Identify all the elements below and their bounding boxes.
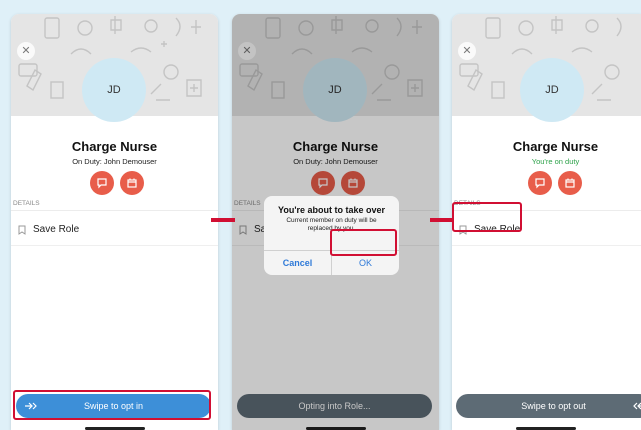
close-icon[interactable]: ✕ — [458, 42, 476, 60]
screen-take-over-dialog: ✕ JD Charge Nurse On Duty: John Demouser… — [232, 14, 439, 430]
swipe-to-opt-out-slider[interactable]: Swipe to opt out — [456, 394, 641, 418]
avatar-initials: JD — [107, 84, 121, 96]
duty-status: On Duty: John Demouser — [72, 157, 157, 166]
save-role-label: Save Role — [33, 224, 80, 235]
save-role-row[interactable]: Save Role — [11, 217, 218, 246]
swipe-label: Swipe to opt out — [521, 401, 586, 411]
role-title: Charge Nurse — [71, 139, 158, 154]
highlight-swipe-to-opt-in — [13, 390, 211, 420]
step-connector — [211, 218, 235, 222]
chat-button[interactable] — [528, 171, 552, 195]
highlight-save-role — [452, 202, 522, 232]
bookmark-icon — [18, 225, 26, 235]
avatar: JD — [520, 58, 584, 122]
calendar-button[interactable] — [120, 171, 144, 195]
details-section-label: DETAILS — [11, 200, 218, 211]
avatar: JD — [82, 58, 146, 122]
double-arrow-left-icon — [633, 402, 641, 410]
chat-icon — [535, 178, 545, 189]
cancel-button[interactable]: Cancel — [264, 251, 332, 275]
chat-icon — [97, 178, 107, 189]
calendar-icon — [127, 178, 137, 188]
duty-status: You're on duty — [531, 157, 580, 166]
avatar-initials: JD — [545, 84, 559, 96]
calendar-icon — [565, 178, 575, 188]
dialog-title: You're about to take over — [278, 205, 385, 215]
chat-button[interactable] — [90, 171, 114, 195]
highlight-ok-button — [330, 229, 397, 256]
screen-opt-in: ✕ JD Charge Nurse On Duty: John Demouser… — [11, 14, 218, 430]
role-title: Charge Nurse — [512, 139, 599, 154]
calendar-button[interactable] — [558, 171, 582, 195]
close-icon[interactable]: ✕ — [17, 42, 35, 60]
step-connector — [430, 218, 454, 222]
